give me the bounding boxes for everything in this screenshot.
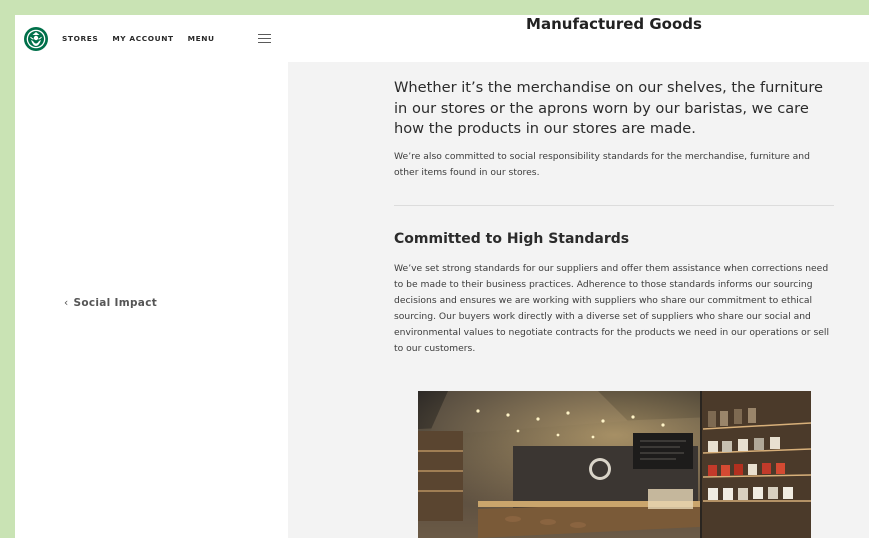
page-title: Manufactured Goods xyxy=(526,15,702,33)
nav-stores-link[interactable]: STORES xyxy=(62,34,98,43)
lead-paragraph: Whether it’s the merchandise on our shel… xyxy=(394,79,824,137)
store-interior-illustration xyxy=(418,391,811,538)
main-content: Manufactured Goods Whether it’s the merc… xyxy=(288,15,869,538)
top-nav: STORES MY ACCOUNT MENU xyxy=(62,34,215,43)
back-to-social-impact-link[interactable]: ‹ Social Impact xyxy=(64,297,157,309)
chevron-left-icon: ‹ xyxy=(64,297,69,309)
hamburger-icon[interactable] xyxy=(258,34,271,44)
back-link-label: Social Impact xyxy=(73,297,158,309)
nav-my-account-link[interactable]: MY ACCOUNT xyxy=(112,34,173,43)
starbucks-logo-icon[interactable] xyxy=(24,27,48,51)
section-heading: Committed to High Standards xyxy=(394,231,630,247)
page-frame: STORES MY ACCOUNT MENU ‹ Social Impact Ma… xyxy=(15,15,869,538)
section-body-paragraph: We’ve set strong standards for our suppl… xyxy=(394,263,829,354)
nav-menu-link[interactable]: MENU xyxy=(188,34,215,43)
intro-paragraph: We’re also committed to social responsib… xyxy=(394,151,810,178)
store-interior-photo xyxy=(418,391,811,538)
section-divider xyxy=(394,205,834,206)
sidebar: STORES MY ACCOUNT MENU ‹ Social Impact xyxy=(15,15,288,538)
